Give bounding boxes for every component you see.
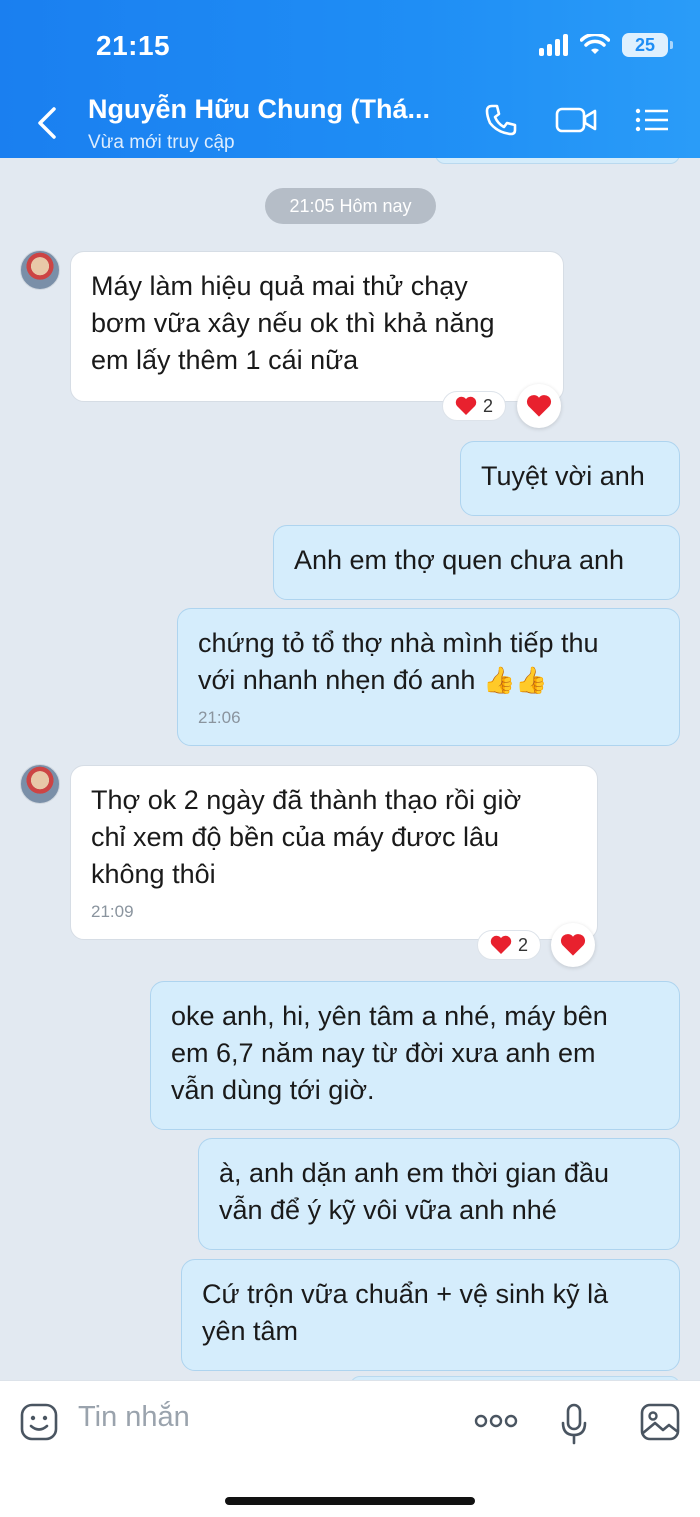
message-bubble-outgoing[interactable]: Tuyệt vời anh — [460, 441, 680, 516]
message-text: Thợ ok 2 ngày đã thành thạo rồi giờ — [91, 785, 522, 815]
reaction-count: 2 — [483, 395, 494, 416]
reaction-summary[interactable]: 2 — [442, 391, 507, 421]
message-bubble-outgoing[interactable]: chứng tỏ tổ thợ nhà mình tiếp thu với nh… — [177, 608, 680, 746]
message-input[interactable]: Tin nhắn — [78, 1401, 190, 1434]
message-list[interactable]: 21:05 Hôm nay Máy làm hiệu quả mai thử c… — [0, 158, 700, 1380]
message-text: oke anh, hi, yên tâm a nhé, máy bên — [171, 1001, 608, 1031]
sticker-emoji-icon[interactable] — [20, 1403, 58, 1441]
message-bubble-partial — [435, 158, 680, 164]
message-text: Anh em thợ quen chưa anh — [294, 545, 624, 575]
message-text: yên tâm — [202, 1316, 299, 1346]
message-bubble-outgoing[interactable]: Cứ trộn vữa chuẩn + vệ sinh kỹ là yên tâ… — [181, 1259, 680, 1371]
reaction-count: 2 — [518, 934, 529, 955]
message-bubble-incoming[interactable]: Thợ ok 2 ngày đã thành thạo rồi giờ chỉ … — [70, 765, 598, 940]
message-time: 21:09 — [91, 902, 134, 921]
message-input-bar: Tin nhắn — [0, 1380, 700, 1517]
message-time: 21:06 — [198, 708, 241, 727]
battery-icon: 25 — [622, 33, 673, 57]
react-heart-button[interactable] — [517, 384, 561, 428]
microphone-icon[interactable] — [560, 1403, 588, 1445]
status-icons: 25 — [539, 33, 673, 57]
message-text: vẫn để ý kỹ vôi vữa anh nhé — [219, 1195, 557, 1225]
message-text: Tuyệt vời anh — [481, 461, 645, 491]
react-heart-button[interactable] — [551, 923, 595, 967]
heart-icon — [490, 935, 512, 954]
time-divider: 21:05 Hôm nay — [265, 188, 436, 224]
message-text: em lấy thêm 1 cái nữa — [91, 345, 359, 375]
message-text: bơm vữa xây nếu ok thì khả năng — [91, 308, 495, 338]
message-text: chứng tỏ tổ thợ nhà mình tiếp thu — [198, 628, 599, 658]
heart-icon — [455, 396, 477, 415]
message-bubble-incoming[interactable]: Máy làm hiệu quả mai thử chạy bơm vữa xâ… — [70, 251, 564, 402]
menu-list-icon[interactable] — [634, 103, 670, 137]
message-text: à, anh dặn anh em thời gian đầu — [219, 1158, 609, 1188]
contact-name[interactable]: Nguyễn Hữu Chung (Thá... — [88, 94, 430, 125]
message-text: vẫn dùng tới giờ. — [171, 1075, 375, 1105]
heart-icon — [560, 934, 586, 956]
contact-avatar[interactable] — [20, 764, 60, 804]
video-call-icon[interactable] — [555, 103, 597, 137]
message-bubble-outgoing[interactable]: oke anh, hi, yên tâm a nhé, máy bên em 6… — [150, 981, 680, 1130]
reaction-summary[interactable]: 2 — [477, 930, 542, 960]
status-time: 21:15 — [96, 30, 171, 61]
message-text: Cứ trộn vữa chuẩn + vệ sinh kỹ là — [202, 1279, 609, 1309]
message-text: Máy làm hiệu quả mai thử chạy — [91, 271, 468, 301]
image-gallery-icon[interactable] — [640, 1403, 680, 1441]
message-bubble-outgoing[interactable]: à, anh dặn anh em thời gian đầu vẫn để ý… — [198, 1138, 680, 1250]
message-text: em 6,7 năm nay từ đời xưa anh em — [171, 1038, 596, 1068]
cellular-signal-icon — [539, 34, 568, 56]
message-text: chỉ xem độ bền của máy đươc lâu — [91, 822, 499, 852]
contact-status: Vừa mới truy cập — [88, 132, 235, 153]
contact-avatar[interactable] — [20, 250, 60, 290]
message-text: không thôi — [91, 859, 216, 889]
more-options-icon[interactable] — [474, 1411, 518, 1431]
back-chevron-icon[interactable] — [34, 106, 60, 140]
message-text: với nhanh nhẹn đó anh — [198, 665, 476, 695]
message-bubble-outgoing[interactable]: Anh em thợ quen chưa anh — [273, 525, 680, 600]
home-indicator — [225, 1497, 475, 1505]
chat-header: 21:15 25 Nguyễn Hữu Chung (Thá... Vừa mớ… — [0, 0, 700, 158]
heart-icon — [526, 395, 552, 417]
phone-call-icon[interactable] — [484, 103, 518, 137]
thumbs-up-emoji: 👍👍 — [482, 665, 548, 695]
wifi-icon — [580, 34, 610, 54]
